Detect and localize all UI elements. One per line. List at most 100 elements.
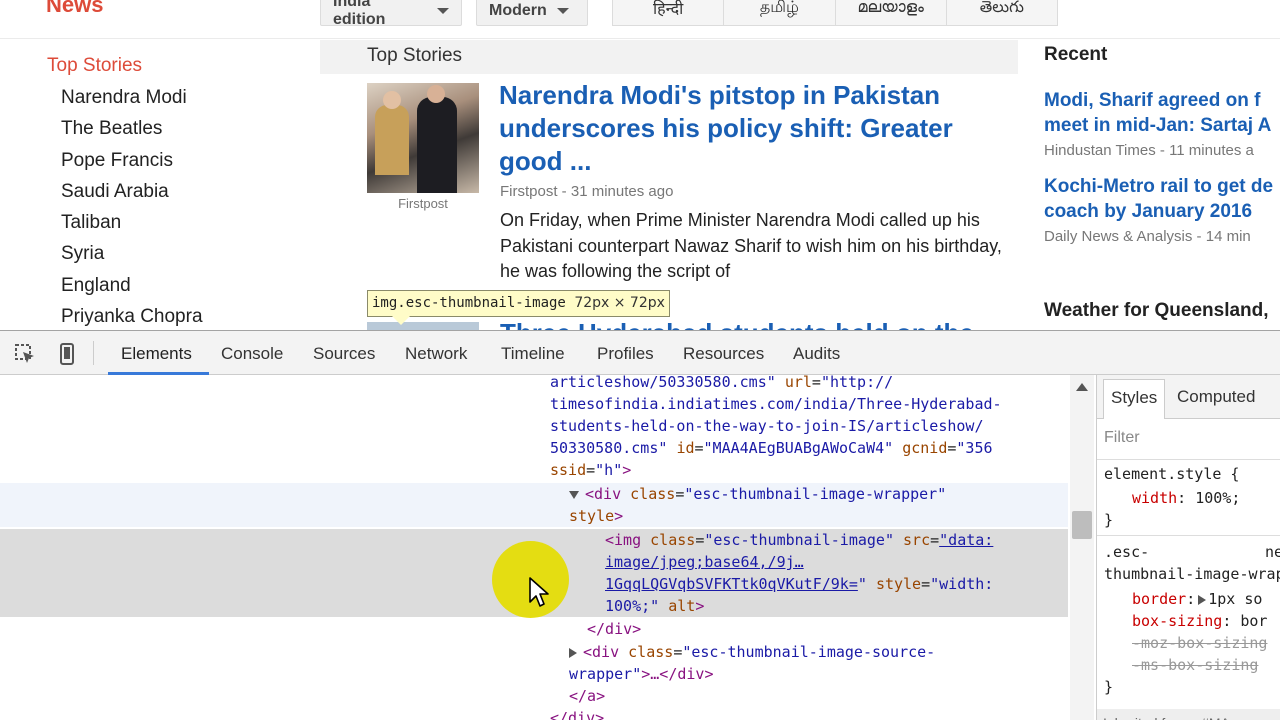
story2-headline[interactable]: Three Hyderabad students held on the [500, 318, 974, 330]
tab-computed[interactable]: Computed [1177, 387, 1255, 407]
rule-close: } [1104, 511, 1114, 529]
story2-thumbnail[interactable] [367, 322, 479, 330]
nav-top-stories[interactable]: Top Stories [47, 55, 203, 77]
tab-elements[interactable]: Elements [121, 344, 192, 364]
dom-line[interactable]: timesofindia.indiatimes.com/india/Three-… [550, 393, 1002, 415]
recent-item[interactable]: Modi, Sharif agreed on f meet in mid-Jan… [1044, 88, 1280, 159]
scroll-up-icon[interactable] [1076, 383, 1088, 391]
rule-selector[interactable]: .esc- [1104, 541, 1149, 563]
tab-resources[interactable]: Resources [683, 344, 764, 364]
dom-line[interactable]: articleshow/50330580.cms" url="http:// [550, 371, 893, 393]
inspect-tooltip: img.esc-thumbnail-image 72px × 72px [367, 290, 670, 317]
thumbnail-source[interactable]: Firstpost [367, 196, 479, 211]
edition-label: India edition [333, 0, 386, 28]
dom-line[interactable]: wrapper">…</div> [569, 663, 714, 685]
inspect-element-icon[interactable] [14, 343, 36, 365]
edition-dropdown[interactable]: India edition [320, 0, 462, 28]
lang-tamil-button[interactable]: தமிழ் [724, 0, 836, 26]
recent-item-title[interactable]: coach by January 2016 [1044, 199, 1280, 224]
story-source: Firstpost [500, 183, 558, 200]
nav-item[interactable]: England [61, 275, 203, 306]
tab-profiles[interactable]: Profiles [597, 344, 654, 364]
styles-pane: Styles Computed Filter element.style { w… [1096, 375, 1280, 720]
tab-sources[interactable]: Sources [313, 344, 375, 364]
elements-scrollbar[interactable] [1070, 375, 1094, 720]
rule-selector[interactable]: thumbnail-image-wrapper [1104, 563, 1280, 585]
nav-item[interactable]: The Beatles [61, 118, 203, 149]
dom-line[interactable]: 1GqqLQGVqbSVFKTtk0qVKutF/9k=" style="wid… [605, 573, 993, 595]
recent-item-title[interactable]: Kochi-Metro rail to get de [1044, 174, 1280, 199]
chevron-down-icon [437, 8, 449, 14]
dom-close-a[interactable]: </a> [569, 685, 605, 707]
dom-node-source-wrapper[interactable]: <div class="esc-thumbnail-image-source- [569, 641, 935, 663]
tab-network[interactable]: Network [405, 344, 467, 364]
nav-item[interactable]: Saudi Arabia [61, 181, 203, 212]
story-snippet: On Friday, when Prime Minister Narendra … [500, 210, 1002, 281]
chevron-down-icon [556, 8, 569, 14]
lang-hindi-button[interactable]: हिन्दी [612, 0, 725, 26]
device-mode-icon[interactable] [56, 343, 78, 365]
story-time: 31 minutes ago [570, 183, 674, 200]
rule-close: } [1104, 678, 1114, 696]
tab-audits[interactable]: Audits [793, 344, 840, 364]
nav-item[interactable]: Pope Francis [61, 150, 203, 181]
filter-divider [1097, 459, 1280, 460]
view-dropdown[interactable]: Modern [476, 0, 588, 26]
nav-item[interactable]: Taliban [61, 212, 203, 243]
news-brand[interactable]: News [46, 0, 103, 18]
scrollbar-thumb[interactable] [1072, 511, 1092, 539]
view-label: Modern [489, 2, 547, 19]
recent-item[interactable]: Kochi-Metro rail to get de coach by Janu… [1044, 174, 1280, 245]
css-property[interactable]: box-sizing: bor [1132, 610, 1267, 632]
rule-element-style[interactable]: element.style { [1104, 463, 1239, 485]
dom-line[interactable]: 100%;" alt> [605, 595, 704, 617]
dom-node-img[interactable]: <img class="esc-thumbnail-image" src="da… [605, 529, 993, 551]
recent-item-title[interactable]: Modi, Sharif agreed on f [1044, 88, 1280, 113]
dom-line[interactable]: ssid="h"> [550, 459, 631, 481]
tab-styles[interactable]: Styles [1103, 379, 1166, 419]
lang-malayalam-button[interactable]: മലയാളം [835, 0, 947, 26]
recent-title: Recent [1044, 44, 1108, 65]
news-page: News India edition Modern हिन्दी தமிழ் മ… [0, 0, 1280, 330]
rule-divider [1097, 535, 1280, 536]
left-nav: Top Stories Narendra Modi The Beatles Po… [47, 55, 203, 330]
img-src-link[interactable]: image/jpeg;base64,/9j… [605, 551, 804, 573]
dom-line[interactable]: students-held-on-the-way-to-join-IS/arti… [550, 415, 983, 437]
section-title: Top Stories [367, 45, 463, 66]
mouse-cursor-icon [529, 577, 549, 607]
dom-line[interactable]: style> [569, 505, 623, 527]
collapse-triangle-icon[interactable] [569, 647, 577, 658]
language-buttons: हिन्दी தமிழ் മലയാളം తెలుగు [612, 0, 1058, 26]
recent-item-meta: Hindustan Times - 11 minutes a [1044, 142, 1254, 159]
toolbar-separator [93, 341, 94, 365]
lang-telugu-button[interactable]: తెలుగు [946, 0, 1058, 26]
tooltip-selector: img.esc-thumbnail-image [372, 295, 566, 311]
dom-line[interactable]: 50330580.cms" id="MAA4AEgBUABgAWoCaW4" g… [550, 437, 993, 459]
dom-node-wrapper[interactable]: <div class="esc-thumbnail-image-wrapper" [569, 483, 946, 505]
devtools-toolbar: Elements Console Sources Network Timelin… [0, 331, 1280, 375]
nav-item[interactable]: Narendra Modi [61, 87, 203, 118]
header-divider [0, 38, 1280, 39]
nav-item[interactable]: Priyanka Chopra [61, 306, 203, 330]
dom-close-div[interactable]: </div> [587, 618, 641, 640]
inherited-header: Inherited from a#MA [1097, 709, 1280, 720]
styles-tabs: Styles Computed [1097, 375, 1280, 419]
story-thumbnail[interactable] [367, 83, 479, 193]
css-property[interactable]: width: 100%; [1132, 487, 1240, 509]
story-meta: Firstpost - 31 minutes ago [500, 183, 674, 200]
tab-console[interactable]: Console [221, 344, 283, 364]
css-property[interactable]: border: 1px so [1132, 588, 1262, 610]
tab-timeline[interactable]: Timeline [501, 344, 565, 364]
story-headline[interactable]: Narendra Modi's pitstop in Pakistan unde… [499, 79, 979, 178]
styles-filter-input[interactable]: Filter [1104, 429, 1140, 447]
tooltip-dimensions: 72px × 72px [574, 295, 665, 311]
weather-title: Weather for Queensland, [1044, 300, 1269, 321]
expand-triangle-icon[interactable] [569, 490, 579, 499]
dom-close-div[interactable]: </div> [550, 707, 604, 720]
recent-item-meta: Daily News & Analysis - 14 min [1044, 228, 1251, 245]
rule-source-link[interactable]: ne [1265, 541, 1280, 563]
recent-item-title[interactable]: meet in mid-Jan: Sartaj A [1044, 113, 1280, 138]
css-property-overridden[interactable]: -moz-box-sizing [1132, 632, 1267, 654]
nav-item[interactable]: Syria [61, 243, 203, 274]
css-property-overridden[interactable]: -ms-box-sizing [1132, 654, 1258, 676]
